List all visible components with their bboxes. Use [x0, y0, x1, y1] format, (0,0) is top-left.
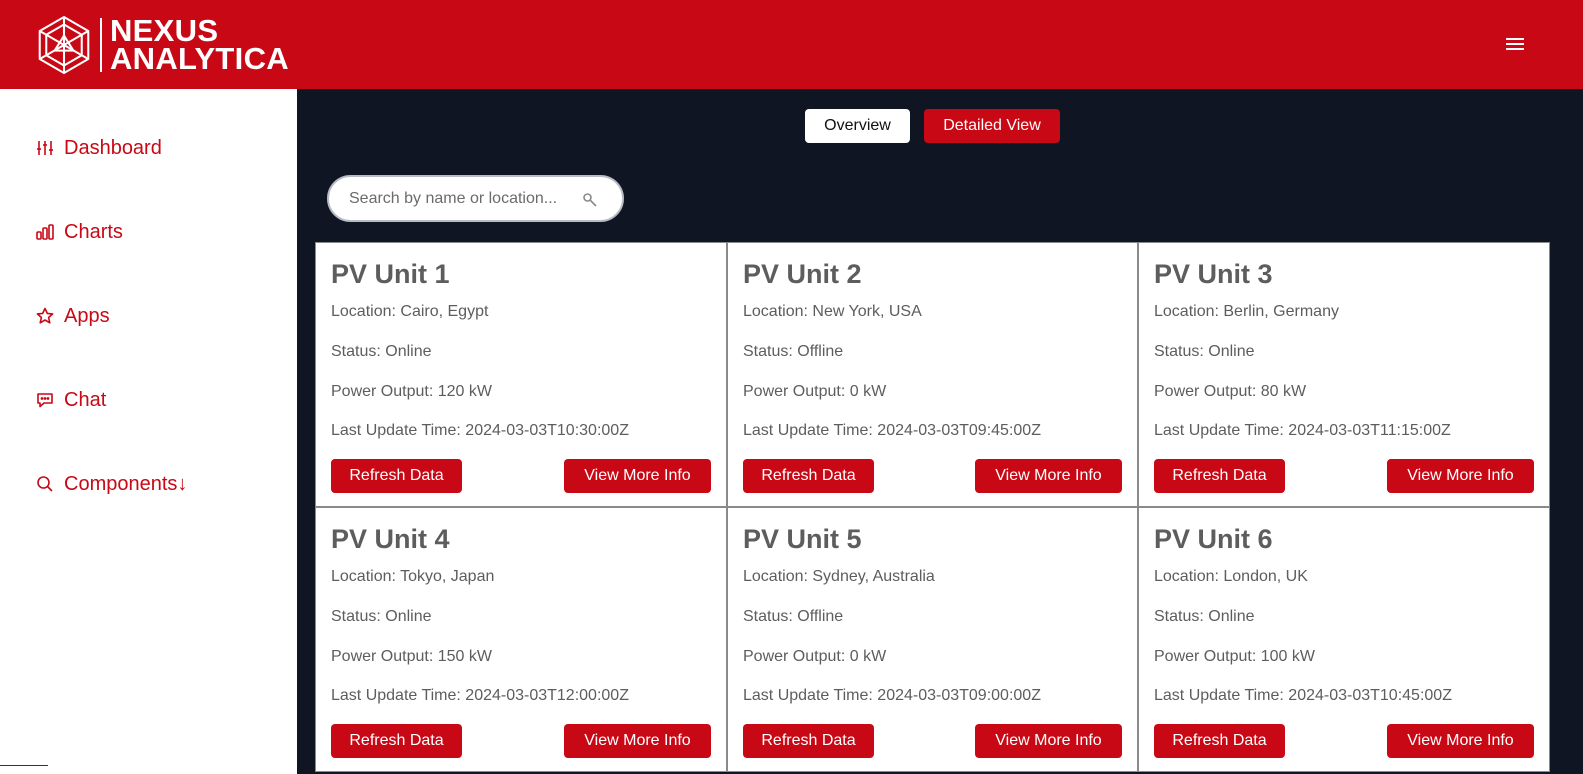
- unit-location: Location: London, UK: [1154, 568, 1308, 585]
- sidebar-divider: [0, 765, 48, 766]
- unit-last-update: Last Update Time: 2024-03-03T09:00:00Z: [743, 687, 1041, 704]
- unit-location: Location: Tokyo, Japan: [331, 568, 495, 585]
- unit-name: PV Unit 1: [331, 259, 450, 289]
- search-input[interactable]: [349, 189, 569, 208]
- refresh-data-button[interactable]: Refresh Data: [1154, 459, 1285, 493]
- hamburger-menu-icon[interactable]: [1506, 38, 1524, 52]
- logo-divider: [100, 18, 102, 72]
- unit-card: PV Unit 2 Location: New York, USA Status…: [727, 242, 1138, 507]
- sidebar: Dashboard Charts Apps Chat Components↓: [0, 89, 297, 774]
- unit-status: Status: Offline: [743, 343, 844, 360]
- unit-status: Status: Online: [331, 608, 432, 625]
- unit-status: Status: Online: [1154, 343, 1255, 360]
- unit-power-output: Power Output: 150 kW: [331, 648, 492, 665]
- sliders-icon: [37, 141, 53, 155]
- sidebar-item-label: Apps: [64, 304, 110, 327]
- unit-name: PV Unit 3: [1154, 259, 1273, 289]
- unit-location: Location: Cairo, Egypt: [331, 303, 489, 320]
- search-icon: [37, 476, 53, 492]
- logo-geodesic-icon: [38, 15, 90, 75]
- unit-card: PV Unit 1 Location: Cairo, Egypt Status:…: [315, 242, 727, 507]
- unit-last-update: Last Update Time: 2024-03-03T12:00:00Z: [331, 687, 629, 704]
- bar-chart-icon: [36, 224, 54, 240]
- unit-status: Status: Online: [1154, 608, 1255, 625]
- view-more-info-button[interactable]: View More Info: [1387, 459, 1534, 493]
- refresh-data-button[interactable]: Refresh Data: [743, 459, 874, 493]
- sidebar-item-chat[interactable]: Chat: [36, 385, 106, 415]
- sidebar-item-charts[interactable]: Charts: [36, 217, 123, 247]
- unit-power-output: Power Output: 80 kW: [1154, 383, 1307, 400]
- main-content: Overview Detailed View PV Unit 1 Locatio…: [297, 89, 1583, 774]
- search-box: [327, 175, 624, 222]
- unit-name: PV Unit 5: [743, 524, 862, 554]
- view-more-info-button[interactable]: View More Info: [975, 724, 1122, 758]
- chat-bubble-icon: [37, 393, 53, 408]
- refresh-data-button[interactable]: Refresh Data: [331, 459, 462, 493]
- unit-name: PV Unit 4: [331, 524, 450, 554]
- brand-name: NEXUS ANALYTICA: [110, 15, 289, 76]
- sidebar-item-components[interactable]: Components↓: [36, 469, 187, 499]
- refresh-data-button[interactable]: Refresh Data: [743, 724, 874, 758]
- unit-card: PV Unit 5 Location: Sydney, Australia St…: [727, 507, 1138, 772]
- unit-status: Status: Offline: [743, 608, 844, 625]
- tab-detailed-view[interactable]: Detailed View: [924, 109, 1060, 143]
- brand-logo[interactable]: NEXUS ANALYTICA: [36, 14, 289, 76]
- unit-power-output: Power Output: 0 kW: [743, 383, 887, 400]
- unit-status: Status: Online: [331, 343, 432, 360]
- unit-location: Location: Sydney, Australia: [743, 568, 935, 585]
- sidebar-item-label: Dashboard: [64, 136, 162, 159]
- unit-card: PV Unit 6 Location: London, UK Status: O…: [1138, 507, 1550, 772]
- unit-power-output: Power Output: 0 kW: [743, 648, 887, 665]
- unit-card-grid: PV Unit 1 Location: Cairo, Egypt Status:…: [315, 242, 1550, 772]
- sidebar-item-label: Charts: [64, 220, 123, 243]
- view-tabs: Overview Detailed View: [805, 109, 1060, 143]
- sidebar-item-apps[interactable]: Apps: [36, 301, 110, 331]
- unit-power-output: Power Output: 120 kW: [331, 383, 492, 400]
- top-bar: NEXUS ANALYTICA: [0, 0, 1583, 89]
- unit-card: PV Unit 3 Location: Berlin, Germany Stat…: [1138, 242, 1550, 507]
- unit-card: PV Unit 4 Location: Tokyo, Japan Status:…: [315, 507, 727, 772]
- unit-location: Location: Berlin, Germany: [1154, 303, 1339, 320]
- unit-last-update: Last Update Time: 2024-03-03T10:30:00Z: [331, 422, 629, 439]
- unit-name: PV Unit 6: [1154, 524, 1273, 554]
- view-more-info-button[interactable]: View More Info: [1387, 724, 1534, 758]
- sidebar-item-label: Chat: [64, 388, 107, 411]
- view-more-info-button[interactable]: View More Info: [975, 459, 1122, 493]
- star-icon: [36, 307, 54, 324]
- tab-overview[interactable]: Overview: [805, 109, 910, 143]
- search-icon[interactable]: [582, 192, 598, 208]
- brand-line-2: ANALYTICA: [110, 41, 289, 76]
- sidebar-item-dashboard[interactable]: Dashboard: [36, 133, 162, 163]
- unit-last-update: Last Update Time: 2024-03-03T10:45:00Z: [1154, 687, 1452, 704]
- unit-power-output: Power Output: 100 kW: [1154, 648, 1315, 665]
- unit-last-update: Last Update Time: 2024-03-03T09:45:00Z: [743, 422, 1041, 439]
- unit-last-update: Last Update Time: 2024-03-03T11:15:00Z: [1154, 422, 1451, 439]
- sidebar-item-label: Components↓: [64, 472, 188, 495]
- view-more-info-button[interactable]: View More Info: [564, 459, 711, 493]
- unit-name: PV Unit 2: [743, 259, 862, 289]
- view-more-info-button[interactable]: View More Info: [564, 724, 711, 758]
- refresh-data-button[interactable]: Refresh Data: [1154, 724, 1285, 758]
- unit-location: Location: New York, USA: [743, 303, 922, 320]
- refresh-data-button[interactable]: Refresh Data: [331, 724, 462, 758]
